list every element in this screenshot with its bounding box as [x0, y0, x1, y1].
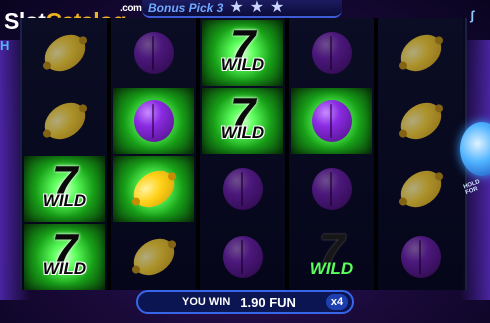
reel-cell	[24, 88, 105, 154]
win-amount: 1.90 FUN	[240, 294, 296, 310]
star-icon: ★	[249, 0, 265, 16]
wild-word-text: WILD	[220, 123, 265, 142]
plum-icon	[311, 100, 352, 142]
star-icon: ★	[229, 0, 244, 16]
reel-column: 7 WILD 7 WILD	[200, 18, 285, 290]
lemon-icon	[393, 163, 448, 215]
multiplier-badge: x4	[326, 294, 348, 310]
lemon-icon	[393, 27, 448, 79]
reel-cell	[202, 156, 283, 222]
lemon-icon	[126, 163, 181, 215]
reel-cell: 7 WILD	[291, 224, 372, 290]
reel-cell	[113, 156, 194, 222]
wild-icon: 7 WILD	[30, 227, 100, 287]
plum-icon	[311, 32, 352, 74]
wild-icon: 7 WILD	[208, 91, 278, 151]
reel-column: 7 WILD	[289, 18, 374, 290]
lemon-icon	[37, 27, 92, 79]
reel-cell	[380, 224, 461, 290]
reel-cell	[380, 88, 461, 154]
bonus-banner: Bonus Pick 3 ★ ★ ★	[142, 0, 342, 18]
plum-icon	[400, 236, 441, 278]
reel-cell	[291, 156, 372, 222]
reel-column: 7 WILD 7 WILD	[22, 18, 107, 290]
reel-column	[378, 18, 463, 290]
wild-icon: 7 WILD	[30, 159, 100, 219]
reel-cell	[291, 88, 372, 154]
reel-cell	[380, 156, 461, 222]
wild-word-text: WILD	[309, 259, 354, 278]
reel-grid: 7 WILD 7 WILD 7 WILD 7 WILD 7 WILD	[20, 18, 467, 290]
wild-word-text: WILD	[42, 259, 87, 278]
wild-word-text: WILD	[42, 191, 87, 210]
plum-icon	[222, 236, 263, 278]
lemon-icon	[37, 95, 92, 147]
reel-cell: 7 WILD	[202, 20, 283, 86]
reel-column	[111, 18, 196, 290]
bonus-label: Bonus Pick 3	[148, 1, 224, 15]
lemon-icon	[393, 95, 448, 147]
wild-icon: 7 WILD	[208, 23, 278, 83]
reel-cell	[380, 20, 461, 86]
reel-cell: 7 WILD	[24, 224, 105, 290]
music-note-icon[interactable]: ʃ	[470, 8, 474, 23]
star-icon: ★	[270, 0, 285, 16]
reel-cell	[291, 20, 372, 86]
logo-dotcom-text: .com	[120, 3, 142, 14]
win-label: YOU WIN	[182, 296, 231, 308]
wild-icon: 7 WILD	[297, 227, 367, 287]
left-edge-fragment: H	[0, 38, 10, 53]
reel-cell	[113, 88, 194, 154]
plum-icon	[222, 168, 263, 210]
reel-cell	[113, 20, 194, 86]
plum-icon	[311, 168, 352, 210]
reel-cell: 7 WILD	[24, 156, 105, 222]
wild-word-text: WILD	[220, 55, 265, 74]
reel-cell: 7 WILD	[202, 88, 283, 154]
plum-icon	[133, 100, 174, 142]
reel-cell	[113, 224, 194, 290]
reel-cell	[202, 224, 283, 290]
lemon-icon	[126, 231, 181, 283]
reel-cell	[24, 20, 105, 86]
win-bar: YOU WIN 1.90 FUN x4	[136, 290, 354, 314]
plum-icon	[133, 32, 174, 74]
